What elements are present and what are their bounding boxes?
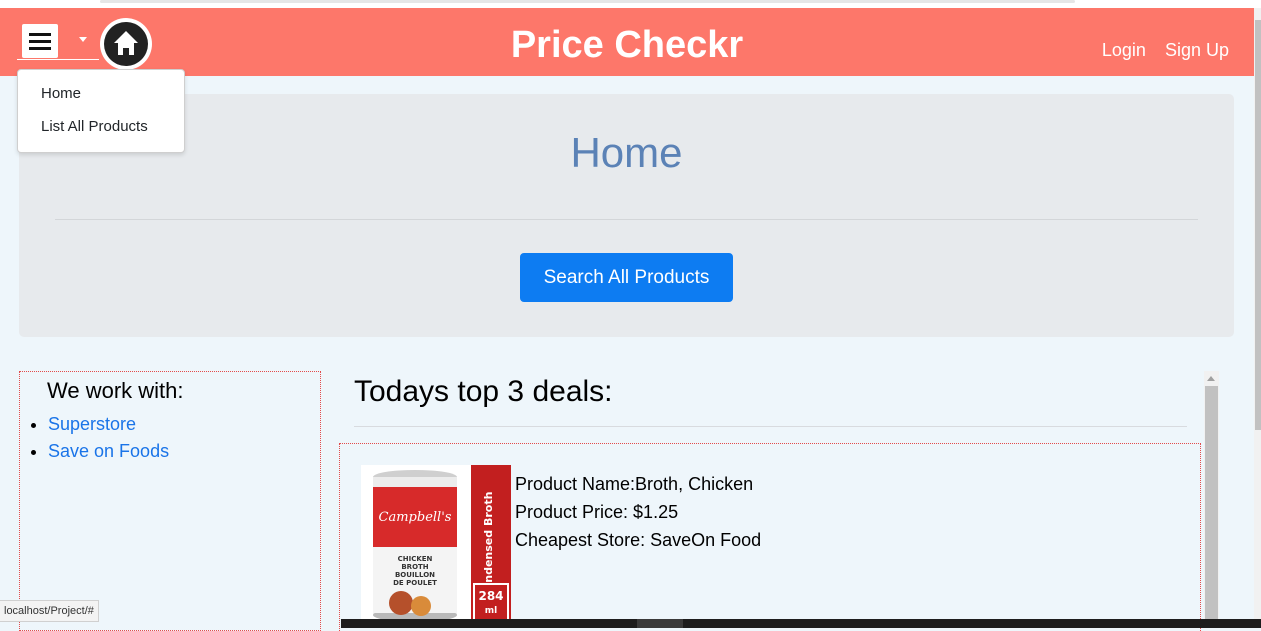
- deals-scrollbar[interactable]: [1204, 371, 1219, 628]
- list-item: Superstore: [48, 414, 169, 435]
- product-cheapest-store: Cheapest Store: SaveOn Food: [515, 530, 762, 550]
- svg-text:Campbell's: Campbell's: [379, 510, 452, 525]
- product-info: Product Name:Broth, Chicken Product Pric…: [515, 470, 761, 554]
- browser-address-bar-edge: [100, 0, 1075, 3]
- svg-text:BOUILLON: BOUILLON: [395, 571, 435, 579]
- svg-text:CHICKEN: CHICKEN: [398, 555, 433, 563]
- deals-scrollbar-thumb[interactable]: [1205, 386, 1218, 628]
- page-scrollbar[interactable]: [1254, 8, 1261, 628]
- browser-top-strip: [0, 0, 1261, 8]
- svg-text:Condensed Broth: Condensed Broth: [482, 492, 495, 599]
- deals-heading: Todays top 3 deals:: [354, 375, 613, 408]
- partners-panel: We work with: Superstore Save on Foods: [19, 371, 321, 631]
- scroll-up-arrow-icon[interactable]: [1207, 376, 1215, 381]
- page-scrollbar-thumb[interactable]: [1255, 20, 1261, 430]
- svg-text:284: 284: [478, 589, 503, 603]
- taskbar-item[interactable]: [637, 619, 683, 628]
- navbar: Price Checkr Login Sign Up: [0, 8, 1254, 76]
- list-item: Save on Foods: [48, 441, 169, 462]
- deals-divider: [354, 426, 1187, 427]
- svg-text:DE POULET: DE POULET: [393, 579, 437, 587]
- page-title: Home: [570, 129, 683, 176]
- auth-links: Login Sign Up: [1088, 40, 1229, 61]
- dropdown-item-home[interactable]: Home: [41, 85, 81, 102]
- hero-jumbotron: Home Search All Products: [19, 94, 1234, 337]
- nav-dropdown-menu: Home List All Products: [17, 69, 185, 153]
- signup-link[interactable]: Sign Up: [1165, 40, 1229, 60]
- os-taskbar: [341, 619, 1261, 628]
- store-link-superstore[interactable]: Superstore: [48, 414, 136, 434]
- partners-list: Superstore Save on Foods: [20, 414, 169, 468]
- brand-title: Price Checkr: [510, 24, 744, 66]
- store-link-save-on-foods[interactable]: Save on Foods: [48, 441, 169, 461]
- svg-text:BROTH: BROTH: [401, 563, 428, 571]
- product-price: Product Price: $1.25: [515, 502, 679, 522]
- product-image: Campbell's CHICKEN BROTH BOUILLON DE POU…: [361, 465, 511, 625]
- login-link[interactable]: Login: [1102, 40, 1146, 60]
- deals-panel: Todays top 3 deals: Campbell's CHICKEN B…: [339, 371, 1203, 631]
- deal-card: Campbell's CHICKEN BROTH BOUILLON DE POU…: [339, 443, 1201, 631]
- partners-heading: We work with:: [47, 378, 184, 403]
- product-name: Product Name:Broth, Chicken: [515, 474, 754, 494]
- search-all-products-button[interactable]: Search All Products: [520, 253, 733, 302]
- browser-status-url: localhost/Project/#: [0, 600, 99, 622]
- svg-text:ml: ml: [485, 606, 497, 616]
- hero-divider: [55, 219, 1198, 220]
- dropdown-item-list-all-products[interactable]: List All Products: [41, 118, 148, 135]
